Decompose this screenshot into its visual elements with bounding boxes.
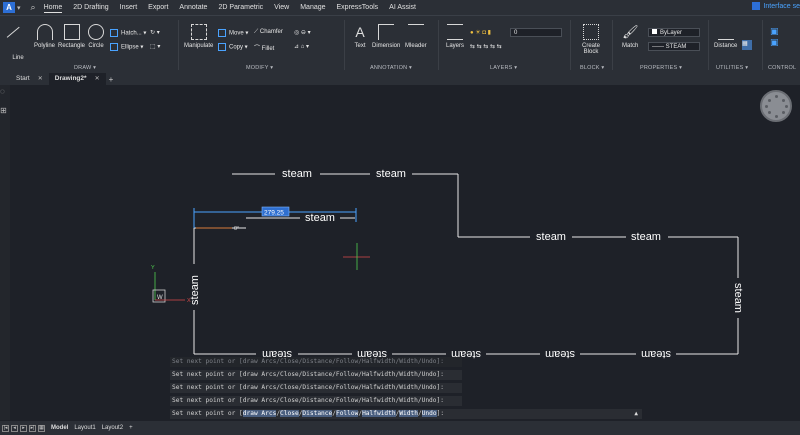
layout-tab-model[interactable]: Model bbox=[51, 425, 68, 431]
last-layout-icon[interactable]: ▸| bbox=[29, 424, 36, 432]
command-history-line: Set next point or [draw Arcs/Close/Dista… bbox=[170, 357, 462, 367]
option-follow[interactable]: Follow bbox=[335, 410, 359, 417]
nav-dot bbox=[775, 115, 778, 118]
history-expand-icon[interactable]: ▲ bbox=[634, 409, 638, 419]
nav-dot bbox=[768, 111, 771, 114]
steam-label: steam bbox=[536, 231, 566, 243]
nav-dot bbox=[785, 105, 788, 108]
option-draw-arcs[interactable]: draw Arcs bbox=[242, 410, 277, 417]
next-layout-icon[interactable]: ▸ bbox=[20, 424, 27, 432]
steam-label: steam bbox=[631, 231, 661, 243]
angle-value: 0° bbox=[234, 226, 239, 232]
command-line-input[interactable]: Set next point or [draw Arcs/Close/Dista… bbox=[170, 409, 642, 419]
steam-label: steam bbox=[376, 168, 406, 180]
command-prompt: Set next point or [ bbox=[172, 410, 243, 417]
steam-label: steam bbox=[282, 168, 312, 180]
first-layout-icon[interactable]: |◂ bbox=[2, 424, 9, 432]
command-history-line: Set next point or [draw Arcs/Close/Dista… bbox=[170, 396, 462, 406]
option-close[interactable]: Close bbox=[280, 410, 299, 417]
nav-dot bbox=[765, 105, 768, 108]
nav-dot bbox=[782, 99, 785, 102]
option-distance[interactable]: Distance bbox=[302, 410, 333, 417]
option-width[interactable]: Width bbox=[399, 410, 418, 417]
nav-dot bbox=[768, 99, 771, 102]
steam-label: steam bbox=[189, 275, 201, 305]
nav-dot bbox=[782, 111, 785, 114]
layout-list-icon[interactable]: ▦ bbox=[38, 424, 45, 432]
steam-label: steam bbox=[545, 348, 575, 360]
steam-label: steam bbox=[641, 348, 671, 360]
dimension-value: 279.25 bbox=[264, 210, 284, 217]
layout-tab-layout1[interactable]: Layout1 bbox=[74, 425, 95, 431]
layout-tab-layout2[interactable]: Layout2 bbox=[102, 425, 123, 431]
nav-dot bbox=[775, 95, 778, 98]
add-layout-plus-icon[interactable]: + bbox=[129, 425, 133, 431]
navigation-wheel[interactable] bbox=[760, 90, 792, 122]
command-suffix: ]: bbox=[436, 410, 445, 417]
option-halfwidth[interactable]: Halfwidth bbox=[362, 410, 396, 417]
option-undo[interactable]: Undo bbox=[421, 410, 437, 417]
ucs-y-label: Y bbox=[151, 265, 155, 271]
prev-layout-icon[interactable]: ◂ bbox=[11, 424, 18, 432]
command-history-line: Set next point or [draw Arcs/Close/Dista… bbox=[170, 370, 462, 380]
command-history-line: Set next point or [draw Arcs/Close/Dista… bbox=[170, 383, 462, 393]
ucs-w-label: W bbox=[157, 295, 163, 301]
layout-tab-bar: |◂ ◂ ▸ ▸| ▦ Model Layout1 Layout2 + bbox=[0, 421, 800, 435]
steam-label: steam bbox=[732, 283, 744, 313]
steam-label: steam bbox=[305, 212, 335, 224]
